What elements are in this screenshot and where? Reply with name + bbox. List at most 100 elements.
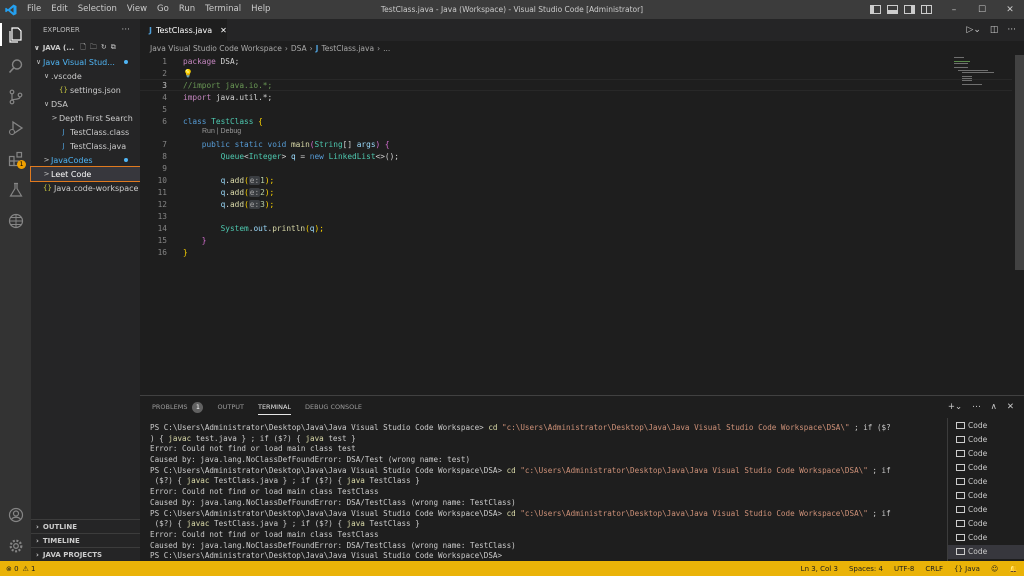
new-file-icon[interactable]: 🗋	[80, 43, 86, 54]
java-file-icon: J	[315, 43, 319, 53]
file-tree: ∨ Java Visual Stud... ∨ .vscode{} settings.j…	[30, 55, 141, 195]
tree-item[interactable]: J TestClass.class	[31, 125, 140, 139]
bottom-panel: PROBLEMS 1 OUTPUT TERMINAL DEBUG CONSOLE …	[140, 395, 1024, 562]
tree-item-label: Leet Code	[51, 169, 92, 179]
tree-item-label: Java Visual Stud...	[43, 57, 115, 67]
run-debug-codelens[interactable]: Run | Debug	[202, 128, 241, 135]
remote-icon[interactable]	[0, 205, 31, 236]
toggle-secondary-sidebar-icon[interactable]	[904, 5, 915, 14]
tab-output[interactable]: OUTPUT	[217, 396, 244, 418]
extensions-icon[interactable]: 1	[0, 143, 31, 174]
activity-bar: 1	[0, 19, 31, 561]
menu-edit[interactable]: Edit	[46, 0, 72, 19]
breadcrumb-symbol[interactable]: ...	[383, 44, 390, 53]
maximize-panel-button[interactable]: ∧	[991, 402, 997, 412]
lightbulb-icon[interactable]: 💡	[183, 69, 193, 78]
tree-item[interactable]: ∨ DSA	[31, 97, 140, 111]
tree-item[interactable]: ∨ .vscode	[31, 69, 140, 83]
tab-debug-console[interactable]: DEBUG CONSOLE	[305, 396, 362, 418]
chevron-down-icon: ∨	[35, 58, 42, 66]
tree-item[interactable]: > JavaCodes	[31, 153, 140, 167]
outline-section[interactable]: › OUTLINE	[31, 519, 140, 533]
account-icon[interactable]	[0, 499, 31, 530]
new-terminal-button[interactable]: +⌄	[948, 402, 962, 412]
menu-file[interactable]: File	[22, 0, 46, 19]
tree-item[interactable]: {} settings.json	[31, 83, 140, 97]
terminal-instance[interactable]: Code	[948, 544, 1024, 559]
terminal-instance[interactable]: Code	[948, 446, 1024, 460]
menu-view[interactable]: View	[122, 0, 152, 19]
editor-more-icon[interactable]: ···	[1007, 25, 1016, 35]
maximize-button[interactable]: ☐	[968, 0, 996, 19]
feedback-icon[interactable]: ☺	[991, 565, 998, 573]
tree-item[interactable]: > Leet Code	[30, 166, 141, 182]
terminal-instance-label: Code	[968, 448, 988, 458]
indentation[interactable]: Spaces: 4	[849, 565, 883, 573]
source-control-icon[interactable]	[0, 81, 31, 112]
java-file-icon: J	[62, 128, 65, 136]
minimap[interactable]	[954, 55, 1012, 95]
editor-scrollbar[interactable]	[1012, 55, 1024, 395]
split-editor-icon[interactable]: ◫	[990, 25, 999, 35]
panel-more-button[interactable]: ⋯	[972, 402, 981, 412]
menu-run[interactable]: Run	[174, 0, 200, 19]
menu-help[interactable]: Help	[246, 0, 275, 19]
terminal-instance[interactable]: Code	[948, 432, 1024, 446]
warnings-status[interactable]: ⚠ 1	[23, 565, 36, 573]
line-ending[interactable]: CRLF	[925, 565, 943, 573]
testing-icon[interactable]	[0, 174, 31, 205]
timeline-section[interactable]: › TIMELINE	[31, 533, 140, 547]
terminal-instance[interactable]: Code	[948, 531, 1024, 545]
minimize-button[interactable]: –	[940, 0, 968, 19]
java-projects-section[interactable]: › JAVA PROJECTS	[31, 547, 140, 561]
close-tab-icon[interactable]: ✕	[220, 26, 227, 35]
outline-label: OUTLINE	[42, 522, 78, 531]
terminal-instance[interactable]: Code	[948, 488, 1024, 502]
terminal-instance[interactable]: Code	[948, 418, 1024, 432]
toggle-panel-icon[interactable]	[887, 5, 898, 14]
terminal-instance[interactable]: Code	[948, 517, 1024, 531]
collapse-all-icon[interactable]: ⧉	[111, 43, 116, 54]
breadcrumb-dsa[interactable]: DSA	[291, 44, 307, 53]
menu-go[interactable]: Go	[152, 0, 174, 19]
breadcrumb-file[interactable]: TestClass.java	[321, 44, 374, 53]
notifications-bell-icon[interactable]: 🔔	[1009, 565, 1018, 573]
tab-testclass-java[interactable]: J TestClass.java ✕	[140, 19, 227, 41]
menu-terminal[interactable]: Terminal	[200, 0, 246, 19]
close-panel-button[interactable]: ✕	[1007, 402, 1014, 412]
terminal-output[interactable]: PS C:\Users\Administrator\Desktop\Java\J…	[150, 423, 940, 562]
terminal-instance[interactable]: Code	[948, 460, 1024, 474]
code-line: 9	[162, 163, 167, 173]
toggle-sidebar-icon[interactable]	[870, 5, 881, 14]
customize-layout-icon[interactable]	[921, 5, 932, 14]
terminal-instance[interactable]: Code	[948, 503, 1024, 517]
tree-item[interactable]: J TestClass.java	[31, 139, 140, 153]
errors-status[interactable]: ⊗ 0	[6, 565, 19, 573]
new-folder-icon[interactable]: 🗀	[90, 43, 97, 54]
tab-problems[interactable]: PROBLEMS 1	[152, 396, 204, 418]
run-file-icon[interactable]: ▷⌄	[966, 25, 980, 35]
tree-item[interactable]: ∨ Java Visual Stud...	[31, 55, 140, 69]
explorer-more-button[interactable]: ···	[121, 25, 130, 35]
close-button[interactable]: ✕	[996, 0, 1024, 19]
code-editor[interactable]: 1 package DSA; 2 💡 3//import java.io.*; 4i…	[140, 55, 1012, 395]
tree-item-label: DSA	[51, 99, 68, 109]
tree-item[interactable]: > Depth First Search	[31, 111, 140, 125]
explorer-icon[interactable]	[0, 19, 31, 50]
cursor-position[interactable]: Ln 3, Col 3	[801, 565, 838, 573]
terminal-instance[interactable]: Code	[948, 474, 1024, 488]
menu-selection[interactable]: Selection	[73, 0, 122, 19]
tree-item[interactable]: {} Java.code-workspace	[31, 181, 140, 195]
tab-terminal[interactable]: TERMINAL	[257, 396, 292, 418]
workspace-section-header[interactable]: ∨ JAVA (... 🗋 🗀 ↻ ⧉	[31, 41, 140, 55]
settings-gear-icon[interactable]	[0, 530, 31, 561]
run-debug-icon[interactable]	[0, 112, 31, 143]
code-line: 6 class TestClass {	[162, 116, 263, 126]
search-icon[interactable]	[0, 50, 31, 81]
code-line: 14 System.out.println(q);	[157, 223, 324, 233]
language-mode[interactable]: {} Java	[954, 565, 980, 573]
terminal-line: Error: Could not find or load main class…	[150, 529, 379, 539]
refresh-icon[interactable]: ↻	[101, 43, 107, 54]
breadcrumb-workspace[interactable]: Java Visual Studio Code Workspace	[150, 44, 282, 53]
encoding[interactable]: UTF-8	[894, 565, 914, 573]
